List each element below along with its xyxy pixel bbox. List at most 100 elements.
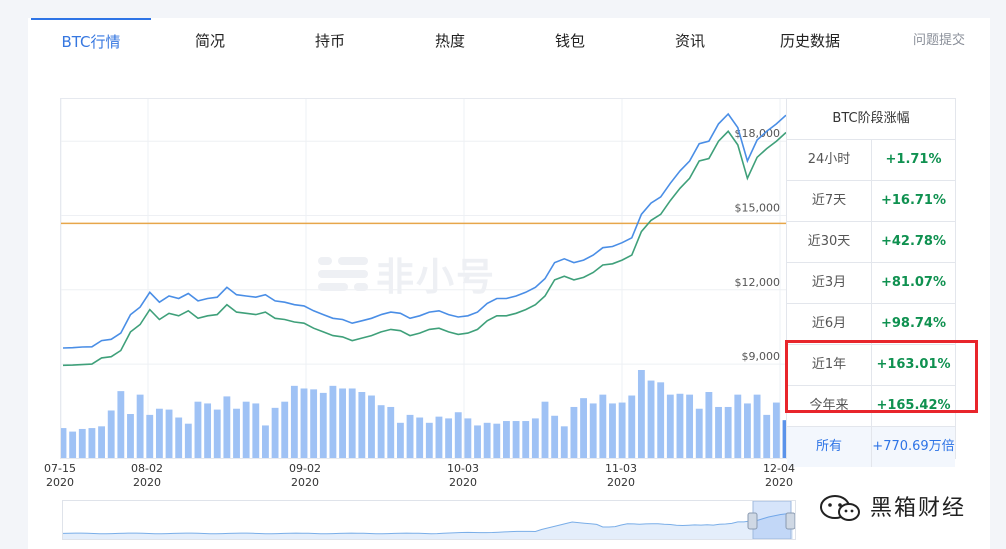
- volume-bar: [464, 418, 472, 458]
- volume-bar: [589, 403, 597, 458]
- performance-row-6m: 近6月 +98.74%: [787, 304, 955, 345]
- period-label: 所有: [787, 427, 872, 467]
- volume-bar: [223, 396, 231, 458]
- volume-bar: [753, 394, 761, 458]
- volume-bar: [368, 395, 375, 458]
- volume-bar: [734, 394, 742, 458]
- volume-bar: [435, 416, 443, 458]
- tab-history-data[interactable]: 历史数据: [750, 18, 870, 60]
- performance-row-all[interactable]: 所有 +770.69万倍: [787, 427, 955, 467]
- volume-bar: [483, 422, 491, 458]
- volume-bar: [136, 394, 144, 458]
- volume-bar: [396, 422, 404, 458]
- period-change: +98.74%: [880, 316, 947, 331]
- volume-bar: [686, 394, 694, 458]
- volume-bar: [676, 393, 684, 458]
- volume-bar: [339, 388, 346, 458]
- y-tick-label: $12,000: [735, 276, 781, 289]
- feedback-link[interactable]: 问题提交: [913, 18, 965, 60]
- watermark-label: 非小号: [376, 255, 497, 299]
- volume-bar: [715, 406, 722, 458]
- volume-bar: [580, 398, 587, 458]
- volume-bar: [454, 412, 462, 458]
- period-change: +42.78%: [880, 234, 947, 249]
- volume-bar: [647, 380, 655, 458]
- x-tick-label: 11-03 2020: [605, 462, 637, 489]
- volume-bar: [541, 401, 549, 458]
- period-label: 近7天: [787, 181, 872, 221]
- volume-bar: [772, 402, 780, 458]
- period-change: +81.07%: [880, 275, 947, 290]
- volume-bar: [493, 423, 501, 458]
- tab-holdings[interactable]: 持币: [270, 18, 390, 60]
- volume-bar: [705, 392, 713, 458]
- brand-name: 黑箱财经: [870, 496, 967, 521]
- period-change: +1.71%: [885, 152, 942, 167]
- volume-bar: [252, 403, 260, 458]
- period-label: 24小时: [787, 140, 872, 180]
- volume-bar: [155, 408, 163, 458]
- volume-bar: [290, 385, 298, 458]
- volume-bar: [271, 407, 279, 458]
- period-label: 近3月: [787, 263, 872, 303]
- tab-popularity[interactable]: 热度: [390, 18, 510, 60]
- volume-bar: [348, 388, 356, 458]
- volume-bar: [329, 385, 337, 458]
- volume-bar: [184, 423, 192, 458]
- x-tick-label: 10-03 2020: [447, 462, 479, 489]
- tab-news[interactable]: 资讯: [630, 18, 750, 60]
- volume-bar: [310, 389, 318, 458]
- volume-bar: [146, 414, 154, 458]
- volume-bar: [233, 408, 240, 458]
- volume-bar: [98, 426, 105, 458]
- x-tick-label: 07-15 2020: [44, 462, 76, 489]
- volume-bar: [531, 418, 539, 458]
- volume-bar: [474, 425, 481, 458]
- volume-bar: [127, 414, 134, 458]
- volume-bar: [512, 421, 520, 458]
- period-change: +16.71%: [880, 193, 947, 208]
- volume-bar: [657, 382, 665, 458]
- volume-bar: [628, 395, 636, 458]
- volume-bar: [695, 408, 703, 458]
- volume-bar: [319, 392, 327, 458]
- volume-bar: [213, 409, 221, 458]
- volume-bar: [609, 403, 616, 458]
- period-change: +770.69万倍: [872, 439, 955, 454]
- volume-bar: [560, 426, 568, 458]
- watermark-text: 非小号: [318, 246, 496, 301]
- performance-row-30d: 近30天 +42.78%: [787, 222, 955, 263]
- volume-bar: [666, 394, 674, 458]
- volume-bar: [358, 392, 366, 458]
- x-tick-label: 12-04 2020: [763, 462, 795, 489]
- volume-bar: [425, 422, 433, 458]
- volume-bar: [59, 428, 67, 458]
- navigator-handle-left[interactable]: [747, 512, 758, 530]
- tab-btc-market[interactable]: BTC行情: [31, 18, 151, 60]
- volume-bar: [78, 428, 86, 458]
- tab-overview[interactable]: 简况: [150, 18, 270, 60]
- volume-bar: [551, 415, 559, 458]
- navigator-handle-right[interactable]: [785, 512, 796, 530]
- x-tick-label: 09-02 2020: [289, 462, 321, 489]
- tab-bar: BTC行情 简况 持币 热度 钱包 资讯 历史数据 问题提交: [28, 18, 990, 60]
- range-navigator[interactable]: [62, 500, 796, 540]
- volume-bar: [724, 406, 732, 458]
- volume-bar: [416, 417, 424, 458]
- navigator-area: [63, 513, 793, 539]
- x-tick-label: 08-02 2020: [131, 462, 163, 489]
- volume-bar: [69, 431, 77, 458]
- navigator-selection: [752, 500, 792, 540]
- volume-bar: [445, 418, 453, 458]
- watermark-logo-icon: [318, 253, 370, 295]
- period-label: 近6月: [787, 304, 872, 344]
- volume-bar: [175, 417, 183, 458]
- volume-bar: [637, 370, 645, 458]
- volume-bar: [88, 428, 96, 458]
- tab-wallet[interactable]: 钱包: [510, 18, 630, 60]
- volume-bar: [763, 414, 771, 458]
- volume-bar: [300, 388, 308, 458]
- highlight-box: [785, 340, 978, 413]
- volume-bar: [406, 414, 414, 458]
- volume-bar: [599, 394, 607, 458]
